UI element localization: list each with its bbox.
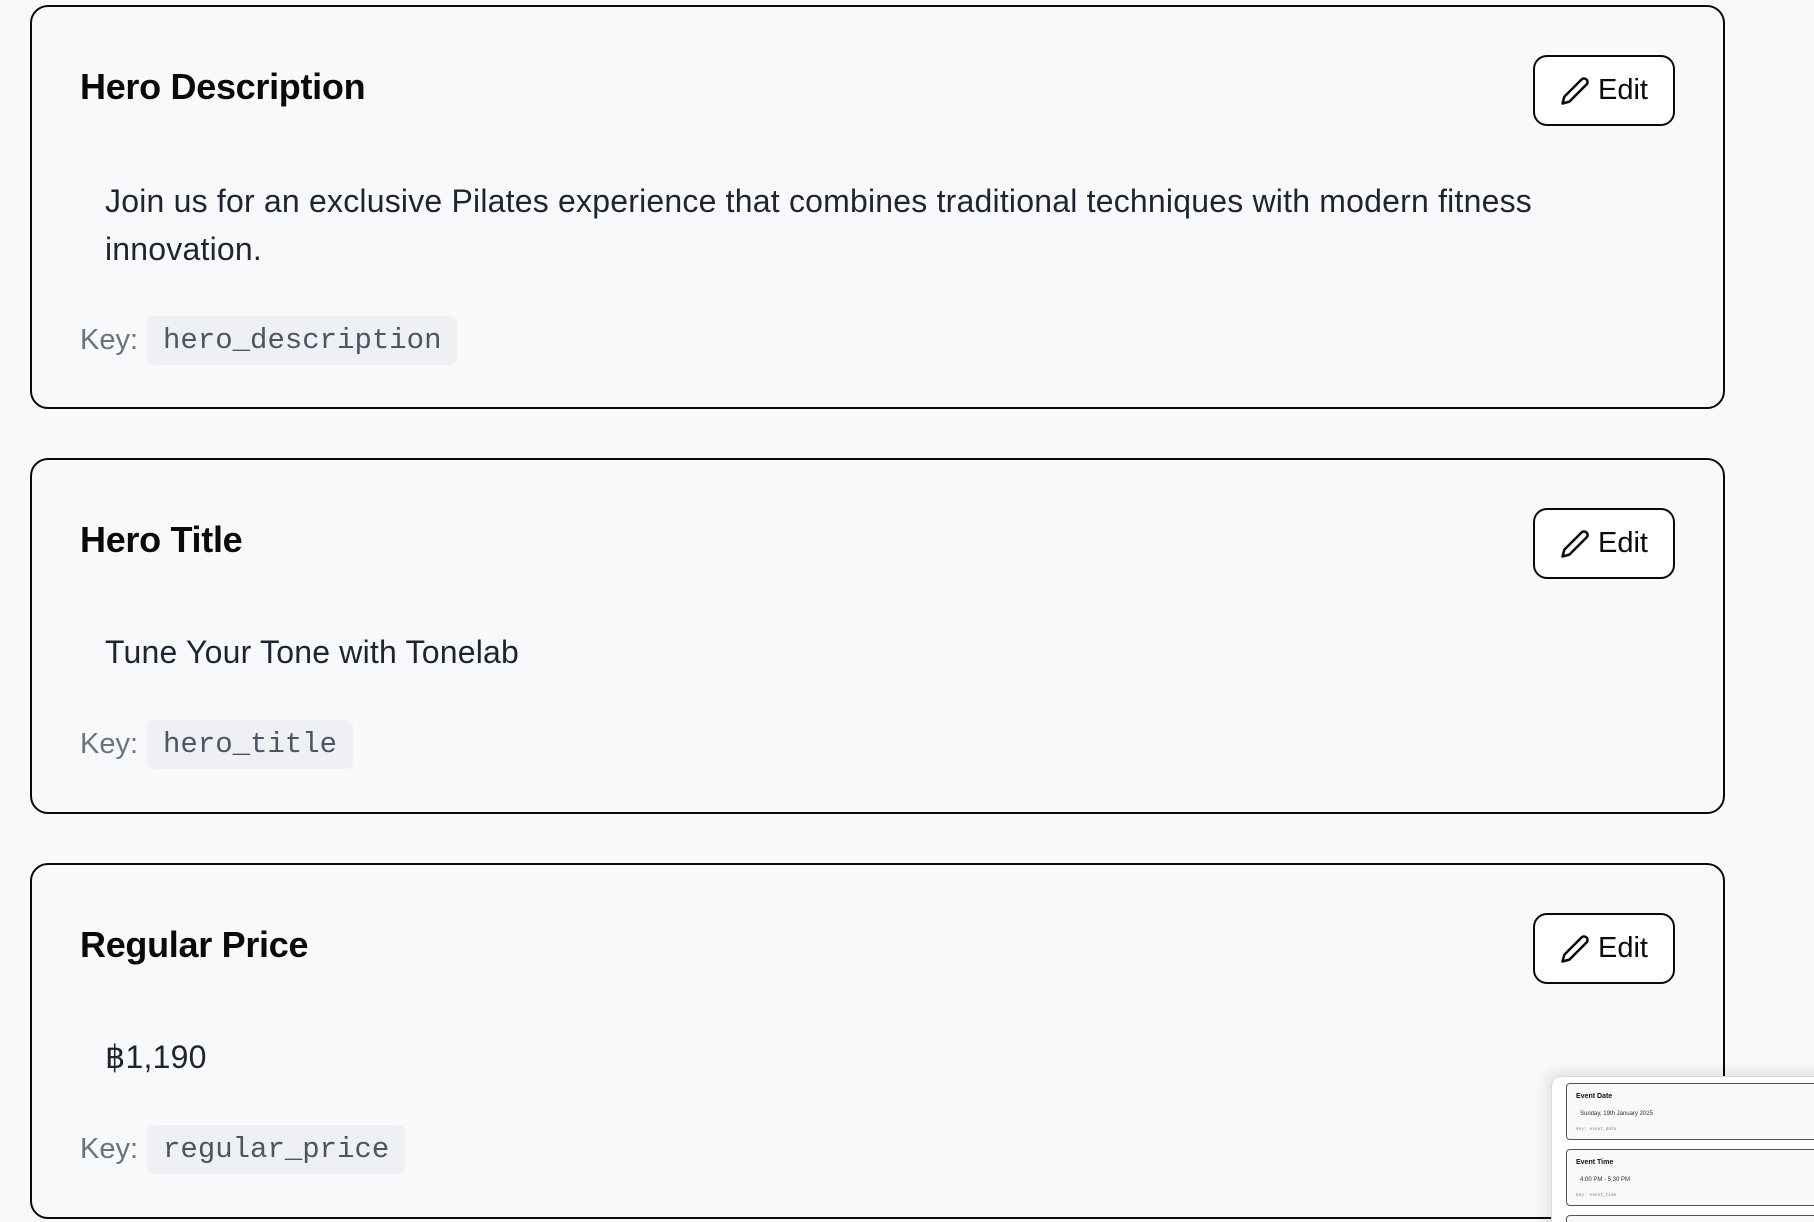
key-code: hero_description — [147, 316, 458, 365]
preview-thumbnail[interactable]: Event Date Sunday, 19th January 2025 Key… — [1551, 1076, 1814, 1222]
edit-button-label: Edit — [1598, 74, 1648, 106]
card-title: Hero Title — [80, 519, 243, 560]
preview-card-value: 4:00 PM - 5:30 PM — [1580, 1177, 1631, 1183]
pencil-icon — [1561, 529, 1589, 558]
preview-card-title: Event Date — [1576, 1093, 1613, 1100]
preview-card-key: Key: event_time — [1576, 1193, 1617, 1198]
preview-card-event-date: Event Date Sunday, 19th January 2025 Key… — [1566, 1083, 1814, 1140]
key-row: Key: hero_title — [80, 720, 354, 769]
edit-button-label: Edit — [1598, 527, 1648, 559]
card-title: Hero Description — [80, 66, 366, 107]
key-label: Key: — [80, 728, 139, 760]
card-value: Tune Your Tone with Tonelab — [105, 634, 520, 670]
preview-card-event-time: Event Time 4:00 PM - 5:30 PM Key: event_… — [1566, 1149, 1814, 1206]
key-code: regular_price — [147, 1125, 406, 1174]
edit-button-label: Edit — [1598, 932, 1648, 964]
card-value: Join us for an exclusive Pilates experie… — [105, 183, 1532, 267]
preview-card-title: Event Time — [1576, 1159, 1614, 1166]
content-card-hero-title: Hero Title Edit Tune Your Tone with Tone… — [30, 458, 1725, 814]
edit-button[interactable]: Edit — [1533, 913, 1675, 984]
key-row: Key: regular_price — [80, 1125, 406, 1174]
edit-button[interactable]: Edit — [1533, 55, 1675, 126]
key-row: Key: hero_description — [80, 316, 458, 365]
card-value: ฿1,190 — [105, 1039, 207, 1075]
preview-card-value: Sunday, 19th January 2025 — [1580, 1111, 1653, 1117]
preview-card-key: Key: event_date — [1576, 1127, 1617, 1132]
content-card-regular-price: Regular Price Edit ฿1,190 Key: regular_p… — [30, 863, 1725, 1219]
key-label: Key: — [80, 324, 139, 356]
content-card-hero-description: Hero Description Edit Join us for an exc… — [30, 5, 1725, 409]
pencil-icon — [1561, 76, 1589, 105]
key-code: hero_title — [147, 720, 354, 769]
key-label: Key: — [80, 1133, 139, 1165]
preview-card-partial — [1566, 1215, 1814, 1222]
pencil-icon — [1561, 934, 1589, 963]
card-title: Regular Price — [80, 924, 309, 965]
content-editor-page: Hero Description Edit Join us for an exc… — [0, 0, 1814, 1222]
edit-button[interactable]: Edit — [1533, 508, 1675, 579]
